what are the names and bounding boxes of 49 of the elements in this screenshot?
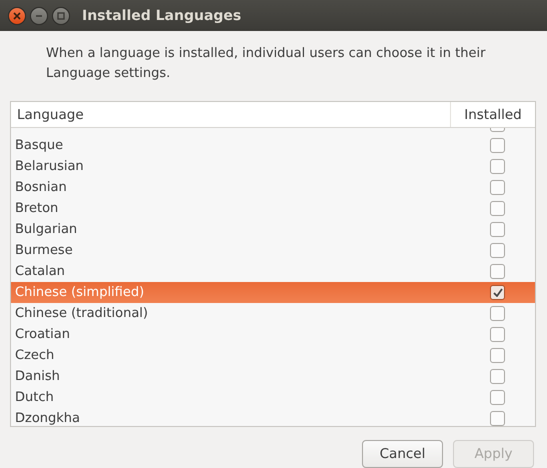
column-header[interactable]: Installed xyxy=(450,102,535,128)
close-icon[interactable] xyxy=(8,6,26,25)
language-name: Chinese (simplified) xyxy=(14,284,146,302)
language-name: Breton xyxy=(14,200,60,218)
installed-checkbox[interactable] xyxy=(490,222,505,238)
installed-checkbox[interactable] xyxy=(490,159,505,174)
language-row[interactable]: Danish xyxy=(11,366,535,388)
installed-checkbox[interactable] xyxy=(490,348,505,364)
language-name: Dzongkha xyxy=(14,410,82,426)
language-row[interactable]: Belarusian xyxy=(11,156,535,178)
language-row[interactable]: Breton xyxy=(11,198,535,220)
installed-checkbox[interactable] xyxy=(490,285,505,300)
installed-checkbox[interactable] xyxy=(490,180,505,196)
cancel-button[interactable]: Cancel xyxy=(362,440,443,468)
language-name: Bulgarian xyxy=(14,221,78,238)
minimize-icon[interactable] xyxy=(30,6,48,25)
language-row[interactable]: Croatian xyxy=(11,324,535,346)
installed-checkbox[interactable] xyxy=(490,390,505,406)
language-row[interactable]: Bosnian xyxy=(11,177,535,198)
language-row[interactable]: Catalan xyxy=(11,261,535,282)
language-row[interactable]: Basque xyxy=(11,135,535,156)
installed-checkbox[interactable] xyxy=(490,138,505,154)
language-name: Burmese xyxy=(14,242,74,260)
column-header[interactable]: Language xyxy=(11,102,450,128)
language-name: Belarusian xyxy=(14,158,85,176)
language-row[interactable]: Dutch xyxy=(11,387,535,408)
language-name: Czech xyxy=(14,347,56,364)
language-row[interactable]: Bulgarian xyxy=(11,219,535,240)
maximize-icon[interactable] xyxy=(52,6,70,25)
installed-checkbox[interactable] xyxy=(490,369,505,384)
language-row[interactable]: Czech xyxy=(11,345,535,366)
window-title: Installed Languages xyxy=(82,8,242,24)
language-row[interactable]: Dzongkha xyxy=(11,408,535,426)
installed-checkbox[interactable] xyxy=(490,411,505,426)
installed-checkbox[interactable] xyxy=(490,264,505,280)
installed-checkbox[interactable] xyxy=(490,201,505,216)
installed-checkbox[interactable] xyxy=(490,306,505,322)
language-name: Croatian xyxy=(14,326,71,344)
language-name: Dutch xyxy=(14,389,55,406)
language-name: Catalan xyxy=(14,263,66,280)
language-name: Danish xyxy=(14,368,61,386)
installed-checkbox[interactable] xyxy=(490,243,505,258)
description-text: When a language is installed, individual users can choose it in their Language settings. xyxy=(46,45,486,84)
installed-checkbox[interactable] xyxy=(490,327,505,342)
language-name: Bosnian xyxy=(14,179,68,196)
language-row[interactable]: Burmese xyxy=(11,240,535,262)
language-name: Chinese (traditional) xyxy=(14,305,149,322)
language-name: Basque xyxy=(14,137,64,154)
language-row[interactable]: Chinese (traditional) xyxy=(11,303,535,324)
